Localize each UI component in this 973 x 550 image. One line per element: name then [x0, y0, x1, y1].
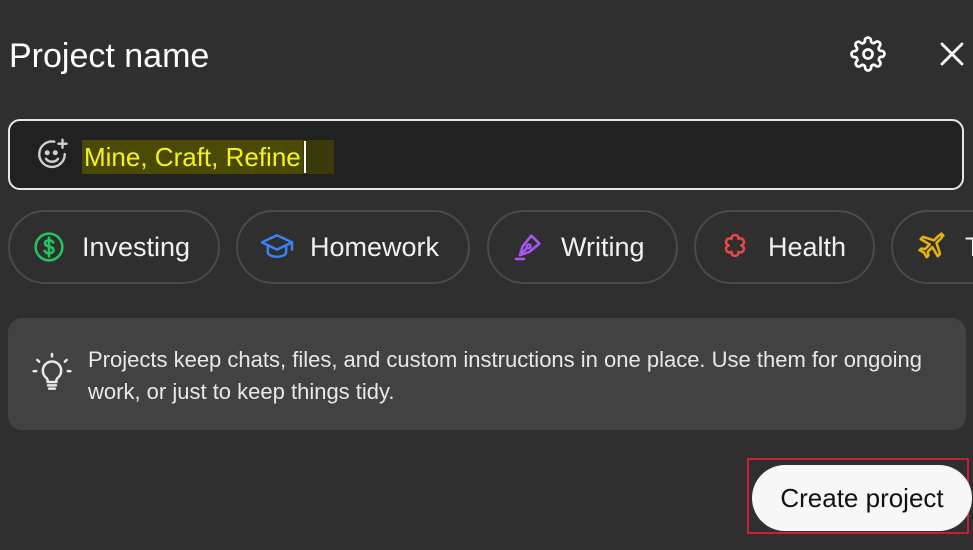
health-flower-icon	[718, 230, 752, 264]
dialog-title: Project name	[9, 37, 210, 75]
close-icon	[940, 42, 964, 66]
project-name-dialog: Project name Mine, Craft, Refine Investi…	[0, 0, 973, 550]
chip-label: Writing	[561, 231, 645, 262]
close-button[interactable]	[932, 34, 972, 74]
create-project-button[interactable]: Create project	[752, 465, 972, 531]
chip-travel[interactable]: T	[891, 210, 973, 284]
dollar-circle-icon	[32, 230, 66, 264]
settings-button[interactable]	[848, 34, 888, 74]
lightbulb-icon	[32, 352, 72, 390]
project-name-input[interactable]: Mine, Craft, Refine	[8, 119, 964, 190]
chip-label: T	[965, 232, 973, 263]
suggestion-chips: Investing Homework Writing Health	[8, 210, 973, 286]
chip-label: Health	[768, 231, 847, 262]
project-name-value[interactable]: Mine, Craft, Refine	[82, 140, 303, 174]
chip-health[interactable]: Health	[694, 210, 875, 284]
info-text: Projects keep chats, files, and custom i…	[88, 347, 922, 404]
chip-investing[interactable]: Investing	[8, 210, 220, 284]
gear-icon	[850, 36, 886, 72]
chip-homework[interactable]: Homework	[236, 210, 470, 284]
create-button-focus-outline: Create project	[747, 458, 972, 534]
emoji-add-icon[interactable]	[34, 137, 70, 173]
graduation-cap-icon	[260, 230, 294, 264]
pen-nib-icon	[511, 230, 545, 264]
info-callout: Projects keep chats, files, and custom i…	[8, 318, 966, 430]
text-caret	[303, 141, 306, 173]
chip-label: Investing	[82, 231, 191, 262]
airplane-icon	[915, 230, 949, 264]
chip-writing[interactable]: Writing	[487, 210, 678, 284]
chip-label: Homework	[310, 231, 440, 262]
selected-text-highlight: Mine, Craft, Refine	[82, 140, 334, 174]
